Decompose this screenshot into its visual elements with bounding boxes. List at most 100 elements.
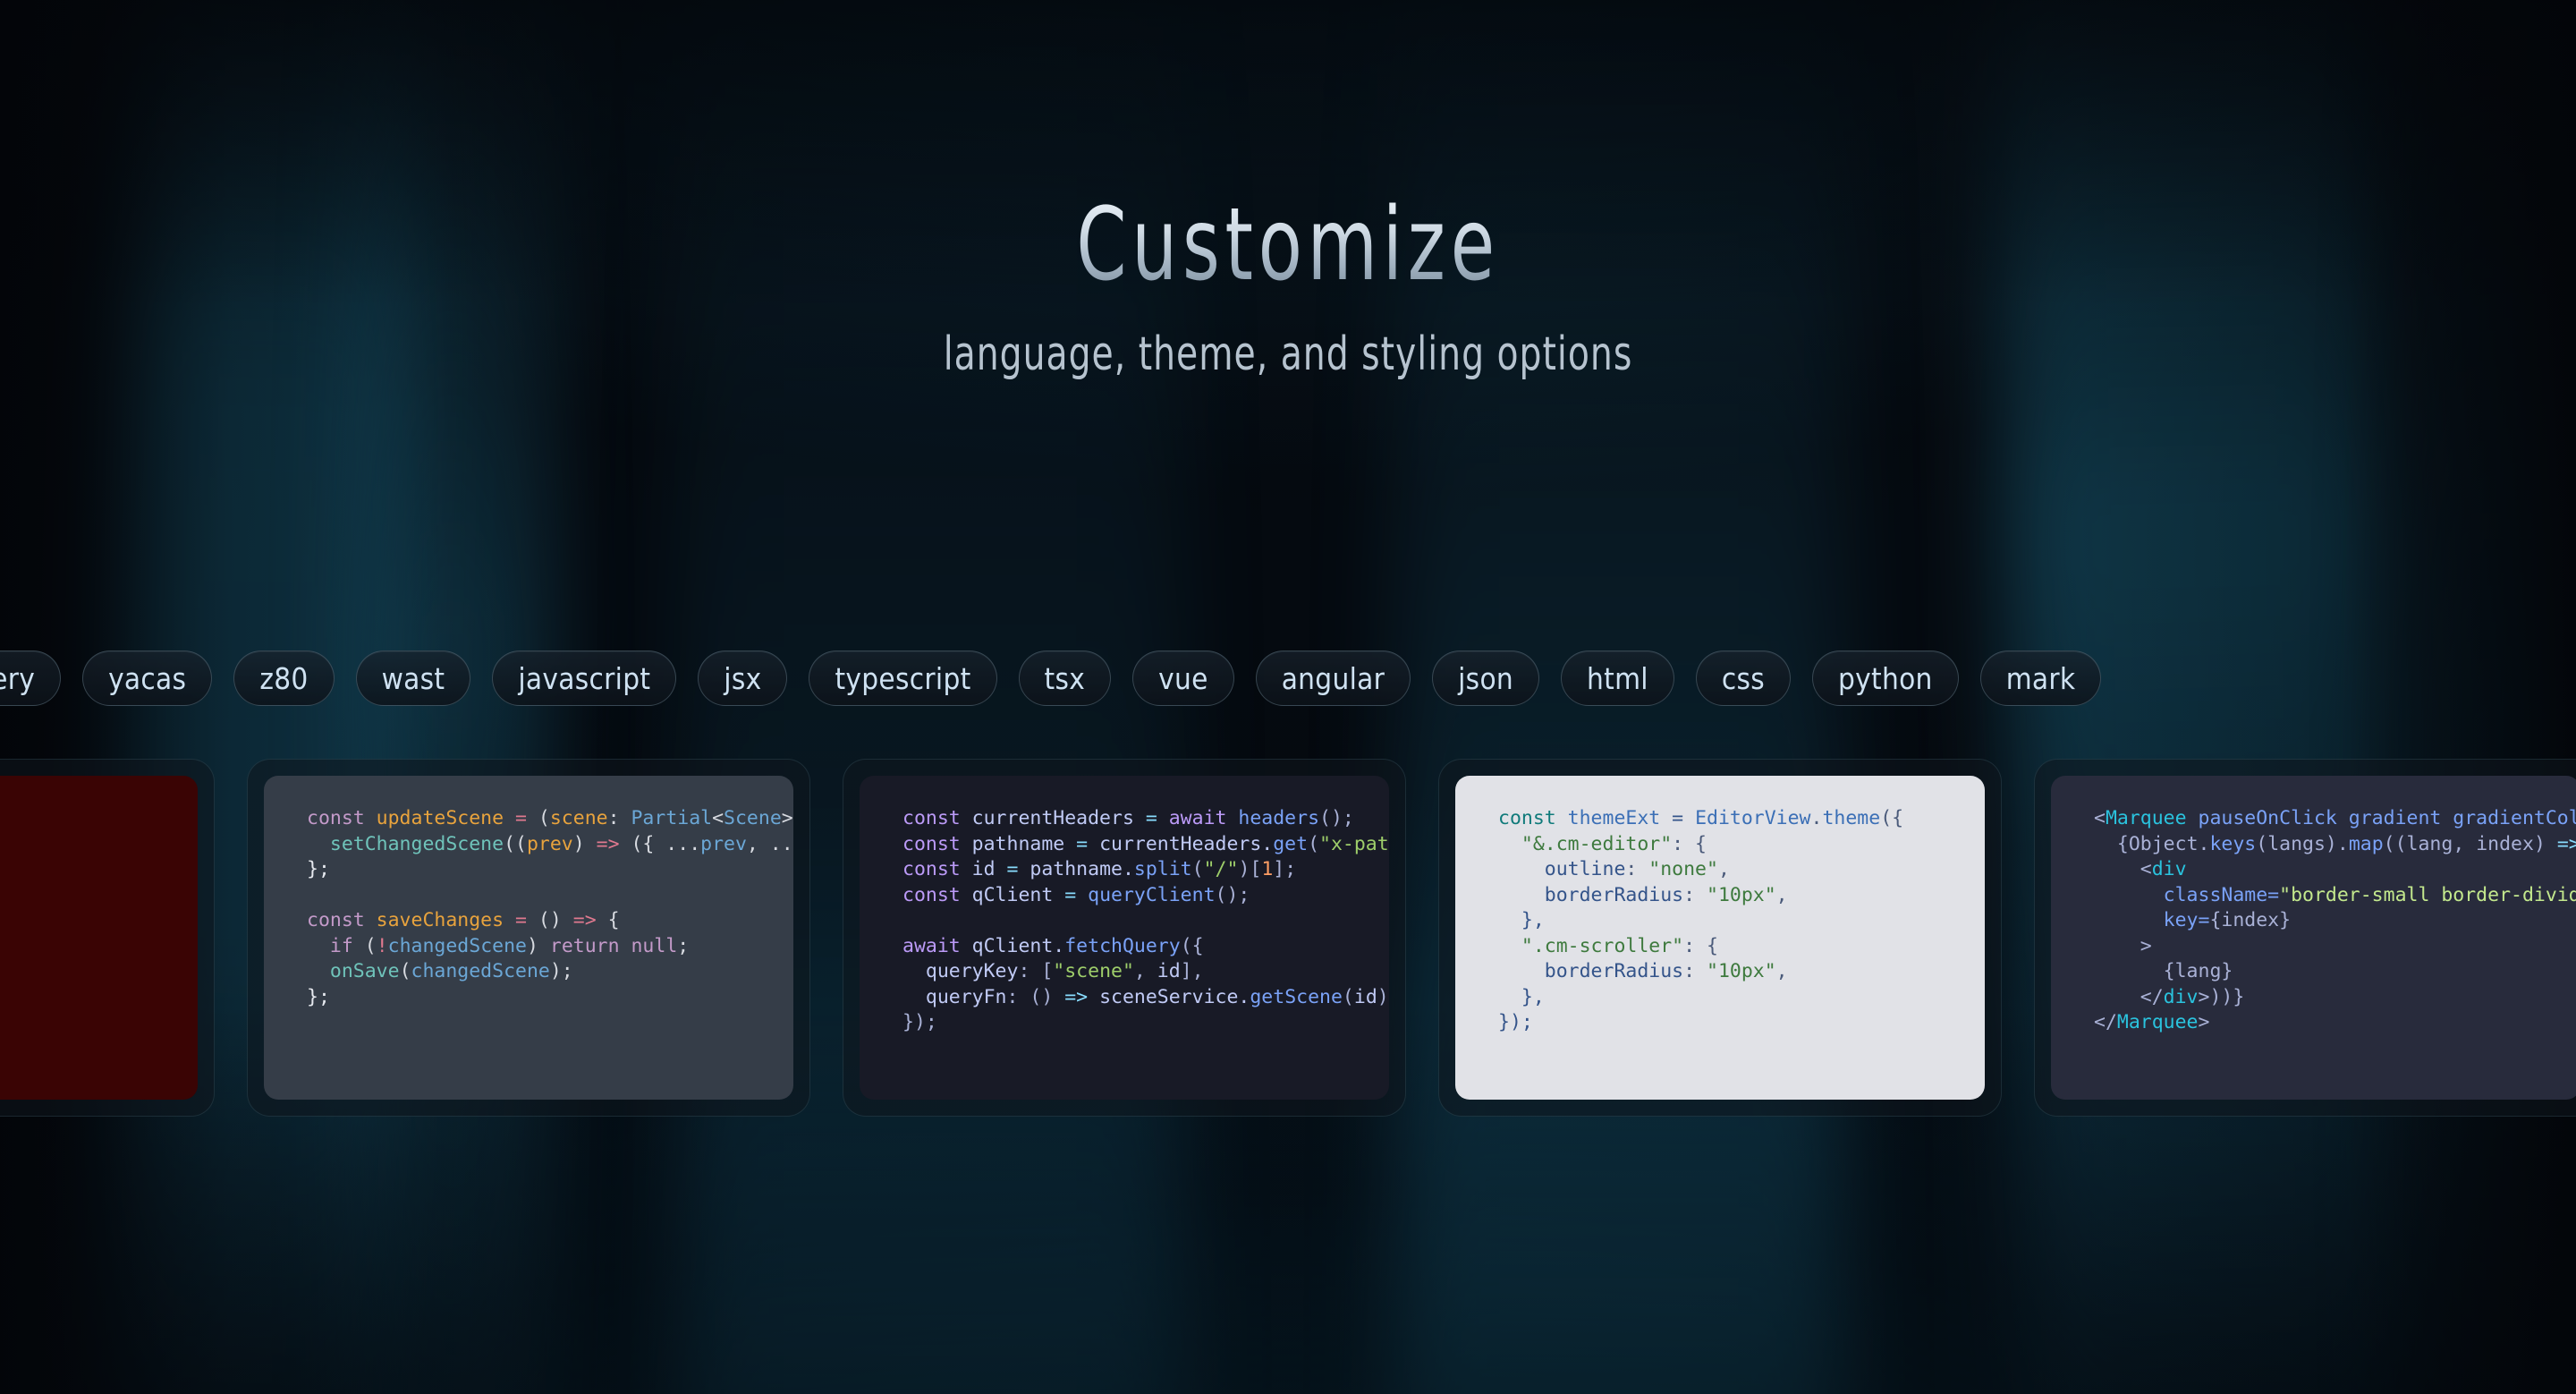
code-token: sceneService. bbox=[1099, 985, 1250, 1008]
language-pill-jsx[interactable]: jsx bbox=[698, 650, 788, 706]
code-token: saveChanges bbox=[376, 909, 516, 931]
code-pane: const updateScene = (scene: Partial<Scen… bbox=[264, 776, 793, 1100]
code-card-slate-gray[interactable]: const updateScene = (scene: Partial<Scen… bbox=[247, 759, 810, 1117]
code-pane: ack(() => { !scene) return nul Each((id)… bbox=[0, 776, 198, 1100]
language-pill-z80[interactable]: z80 bbox=[233, 650, 335, 706]
code-token: 1 bbox=[1261, 858, 1274, 880]
code-line: queryFn: () => sceneService.getScene(id)… bbox=[902, 985, 1389, 1011]
code-token: prev bbox=[526, 832, 573, 855]
code-token: = bbox=[515, 807, 538, 829]
code-token: ). bbox=[2325, 832, 2349, 855]
code-block: ack(() => { !scene) return nul Each((id)… bbox=[0, 806, 198, 1010]
code-token: = bbox=[1672, 807, 1696, 829]
code-token: }, bbox=[1498, 909, 1545, 931]
language-pill-wast[interactable]: wast bbox=[355, 650, 471, 706]
code-token: { bbox=[607, 909, 620, 931]
language-pill-css[interactable]: css bbox=[1695, 650, 1792, 706]
code-token: prev bbox=[700, 832, 747, 855]
code-block: <Marquee pauseOnClick gradient gradientC… bbox=[2094, 806, 2576, 1036]
code-token: keys bbox=[2209, 832, 2257, 855]
code-token: > bbox=[2140, 934, 2152, 957]
code-block: const themeExt = EditorView.theme({ "&.c… bbox=[1498, 806, 1985, 1036]
code-token: Object. bbox=[2128, 832, 2210, 855]
code-block: const currentHeaders = await headers(); c… bbox=[902, 806, 1389, 1036]
code-token: }); bbox=[1498, 1011, 1533, 1033]
code-line: {lang} bbox=[2094, 959, 2576, 985]
code-token: queryKey bbox=[902, 960, 1019, 982]
code-token: Scene bbox=[724, 807, 782, 829]
code-line: </Marquee> bbox=[2094, 1010, 2576, 1036]
code-token: ], bbox=[1180, 960, 1204, 982]
code-token: }; bbox=[307, 858, 330, 880]
language-pill-typescript[interactable]: typescript bbox=[809, 650, 997, 706]
code-token: pauseOnClick gradient gradientColor= bbox=[2198, 807, 2576, 829]
code-token: ( bbox=[1191, 858, 1204, 880]
language-pill-python[interactable]: python bbox=[1812, 650, 1959, 706]
code-token: ) bbox=[2533, 832, 2557, 855]
code-token: themeExt bbox=[1567, 807, 1673, 829]
code-token: = bbox=[1145, 807, 1169, 829]
code-line: key={index} bbox=[2094, 908, 2576, 934]
code-token: getScene bbox=[1250, 985, 1343, 1008]
code-token: : bbox=[1625, 858, 1649, 880]
code-token: Marquee bbox=[2105, 807, 2199, 829]
language-pill-javascript[interactable]: javascript bbox=[492, 650, 677, 706]
code-line: const id = pathname.split("/")[1]; bbox=[902, 857, 1389, 883]
code-token: </ bbox=[2094, 1011, 2117, 1033]
code-pane: const themeExt = EditorView.theme({ "&.c… bbox=[1455, 776, 1985, 1100]
code-token: >))} bbox=[2198, 985, 2245, 1008]
code-card-tokyo-night[interactable]: const currentHeaders = await headers(); c… bbox=[843, 759, 1406, 1117]
language-pill-vue[interactable]: vue bbox=[1132, 650, 1234, 706]
code-line: }, bbox=[1498, 985, 1985, 1011]
code-token: get bbox=[1273, 832, 1309, 855]
code-card-rail[interactable]: ack(() => { !scene) return nul Each((id)… bbox=[0, 759, 2576, 1117]
code-token: currentHeaders. bbox=[1099, 832, 1274, 855]
code-card-indigo-jsx[interactable]: <Marquee pauseOnClick gradient gradientC… bbox=[2034, 759, 2576, 1117]
code-line: ".cm-scroller": { bbox=[1498, 934, 1985, 960]
page-stage: Customize language, theme, and styling o… bbox=[0, 0, 2576, 1394]
code-line: borderRadius: "10px", bbox=[1498, 959, 1985, 985]
code-card-light[interactable]: const themeExt = EditorView.theme({ "&.c… bbox=[1438, 759, 2002, 1117]
code-line: }); bbox=[1498, 1010, 1985, 1036]
code-token: => bbox=[596, 832, 631, 855]
code-token: (( bbox=[2383, 832, 2407, 855]
code-line: setChangedScene((prev) => ({ ...prev, ..… bbox=[307, 832, 793, 858]
code-token: (); bbox=[1319, 807, 1354, 829]
code-token: ( bbox=[538, 807, 550, 829]
code-token: => bbox=[572, 909, 608, 931]
code-token: < bbox=[2140, 858, 2152, 880]
code-line: const themeExt = EditorView.theme({ bbox=[1498, 806, 1985, 832]
code-token: (); bbox=[1215, 883, 1250, 906]
language-pill-json[interactable]: json bbox=[1432, 650, 1540, 706]
code-token: const bbox=[307, 909, 377, 931]
language-pill-yacas[interactable]: yacas bbox=[82, 650, 213, 706]
code-token: , bbox=[1133, 960, 1157, 982]
code-token: id bbox=[971, 858, 1007, 880]
language-pill-angular[interactable]: angular bbox=[1255, 650, 1411, 706]
language-pill-markdown[interactable]: mark bbox=[1979, 650, 2102, 706]
code-line: }; bbox=[307, 857, 793, 883]
code-token: "scene" bbox=[1053, 960, 1134, 982]
code-card-dark-red[interactable]: ack(() => { !scene) return nul Each((id)… bbox=[0, 759, 215, 1117]
code-token: < bbox=[2094, 807, 2106, 829]
language-pill-xquery[interactable]: uery bbox=[0, 650, 62, 706]
language-pill-rail[interactable]: uery yacas z80 wast javascript jsx typescript t… bbox=[0, 650, 2576, 706]
language-pill-tsx[interactable]: tsx bbox=[1018, 650, 1112, 706]
code-line: onSave(changedScene); bbox=[307, 959, 793, 985]
code-token: }, bbox=[1498, 985, 1545, 1008]
code-line: outline: "none", bbox=[1498, 857, 1985, 883]
code-token: const bbox=[1498, 807, 1568, 829]
code-token: const bbox=[902, 883, 972, 906]
code-token: ( bbox=[399, 960, 411, 982]
code-token: ({ ... bbox=[631, 832, 701, 855]
language-pill-html[interactable]: html bbox=[1561, 650, 1674, 706]
code-pane: const currentHeaders = await headers(); c… bbox=[860, 776, 1389, 1100]
code-block: const updateScene = (scene: Partial<Scen… bbox=[307, 806, 793, 1010]
code-line: }); bbox=[902, 1010, 1389, 1036]
code-token: > bbox=[2198, 1011, 2210, 1033]
code-token: await bbox=[902, 934, 972, 957]
code-token: "border-small border-divider bbox=[2279, 883, 2576, 906]
